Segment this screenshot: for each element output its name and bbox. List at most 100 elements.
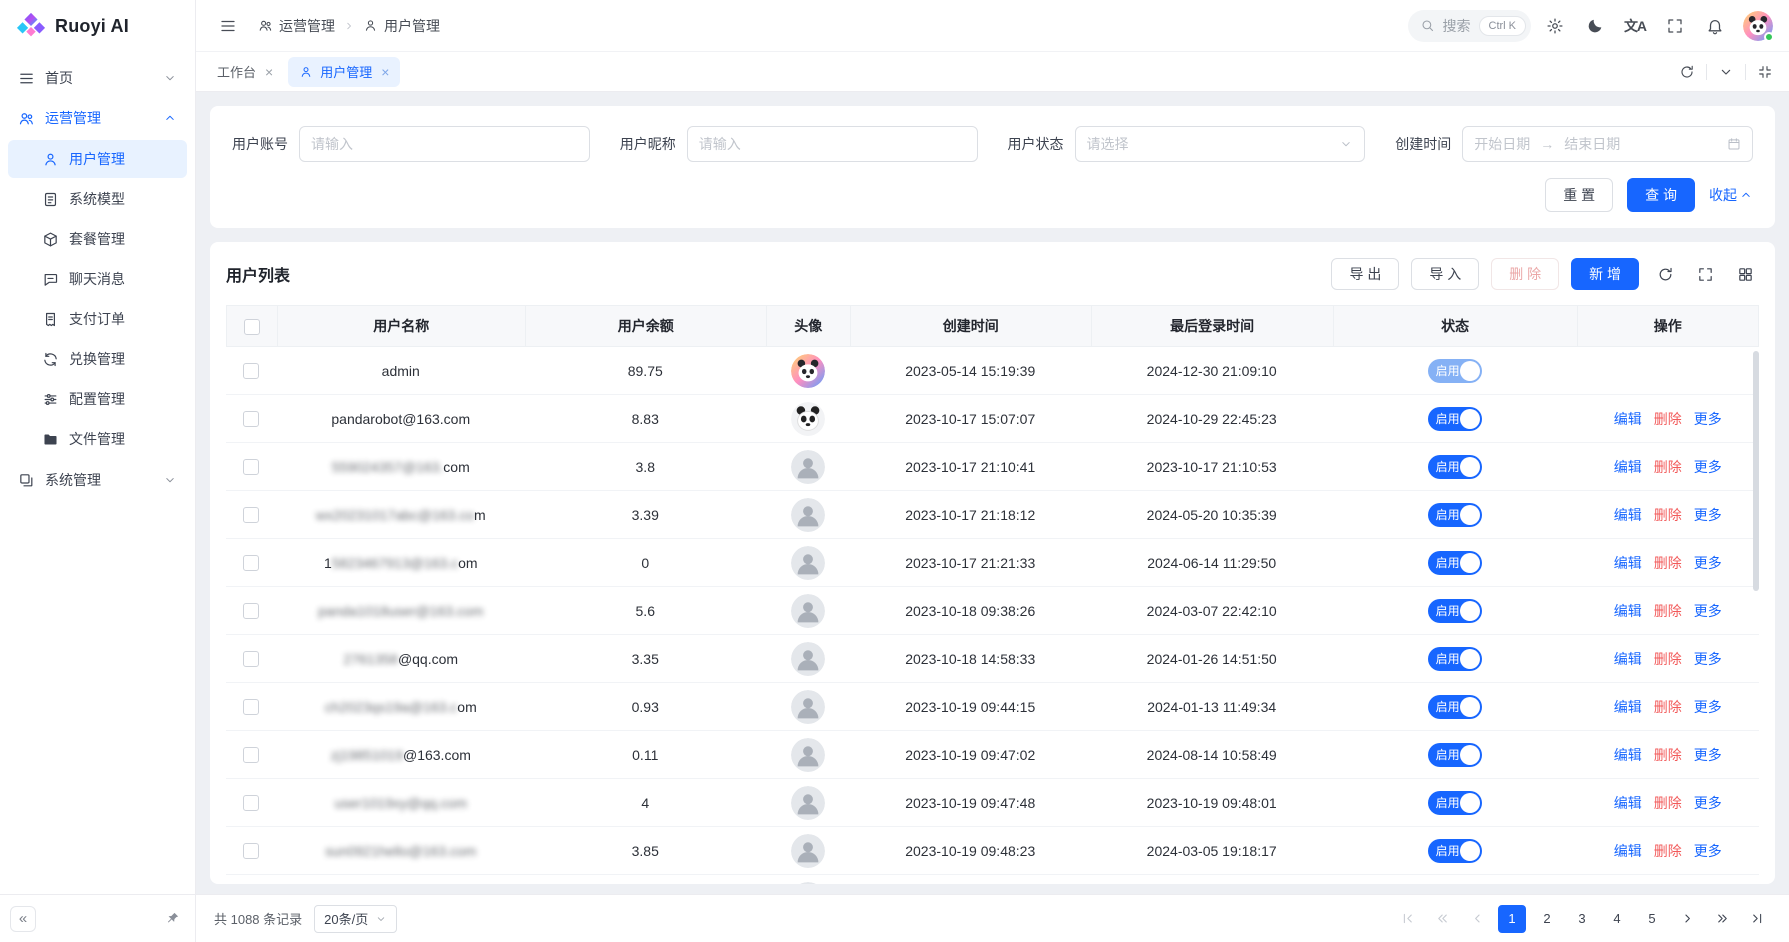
tab-close-icon[interactable]: × [381,65,389,79]
user-nickname-input[interactable] [687,126,978,162]
more-link[interactable]: 更多 [1694,843,1722,859]
sidebar-group-operations[interactable]: 运营管理 [8,98,187,138]
page-button-1[interactable]: 1 [1498,905,1526,933]
notifications-button[interactable] [1699,10,1731,42]
delete-link[interactable]: 删除 [1654,651,1682,667]
sidebar-item-files[interactable]: 文件管理 [8,420,187,458]
settings-button[interactable] [1539,10,1571,42]
edit-link[interactable]: 编辑 [1614,651,1642,667]
sidebar-item-packages[interactable]: 套餐管理 [8,220,187,258]
breadcrumb-item-user-management[interactable]: 用户管理 [363,16,440,36]
jump-back-button[interactable] [1428,905,1456,933]
prev-page-button[interactable] [1463,905,1491,933]
tabs-menu-button[interactable] [1712,58,1740,86]
add-button[interactable]: 新 增 [1571,258,1639,290]
status-toggle[interactable]: 启用 [1428,743,1482,767]
user-account-input[interactable] [299,126,590,162]
more-link[interactable]: 更多 [1694,699,1722,715]
row-checkbox[interactable] [243,555,259,571]
delete-link[interactable]: 删除 [1654,747,1682,763]
user-status-select[interactable]: 请选择 [1075,126,1366,162]
tab-workbench[interactable]: 工作台× [206,57,284,87]
reset-button[interactable]: 重 置 [1545,178,1613,212]
sidebar-item-exchange[interactable]: 兑换管理 [8,340,187,378]
status-toggle[interactable]: 启用 [1428,551,1482,575]
column-settings-button[interactable] [1731,260,1759,288]
table-scrollbar[interactable] [1753,351,1759,591]
query-button[interactable]: 查 询 [1627,178,1695,212]
global-search[interactable]: 搜索 Ctrl K [1408,10,1532,42]
status-toggle[interactable]: 启用 [1428,599,1482,623]
more-link[interactable]: 更多 [1694,651,1722,667]
export-button[interactable]: 导 出 [1331,258,1399,290]
create-time-daterange[interactable]: 开始日期→结束日期 [1462,126,1753,162]
row-checkbox[interactable] [243,507,259,523]
sidebar-collapse-button[interactable]: « [10,906,36,932]
table-fullscreen-button[interactable] [1691,260,1719,288]
status-toggle[interactable]: 启用 [1428,839,1482,863]
status-toggle[interactable]: 启用 [1428,647,1482,671]
tab-close-icon[interactable]: × [265,65,273,79]
delete-link[interactable]: 删除 [1654,555,1682,571]
fullscreen-button[interactable] [1659,10,1691,42]
edit-link[interactable]: 编辑 [1614,555,1642,571]
page-button-2[interactable]: 2 [1533,905,1561,933]
row-checkbox[interactable] [243,747,259,763]
edit-link[interactable]: 编辑 [1614,795,1642,811]
hamburger-button[interactable] [212,10,244,42]
user-avatar-button[interactable] [1743,11,1773,41]
delete-link[interactable]: 删除 [1654,459,1682,475]
content-fullscreen-button[interactable] [1751,58,1779,86]
delete-link[interactable]: 删除 [1654,795,1682,811]
row-checkbox[interactable] [243,795,259,811]
delete-button[interactable]: 删 除 [1491,258,1559,290]
sidebar-group-home[interactable]: 首页 [8,58,187,98]
row-checkbox[interactable] [243,603,259,619]
sidebar-group-system[interactable]: 系统管理 [8,460,187,500]
page-button-5[interactable]: 5 [1638,905,1666,933]
page-button-4[interactable]: 4 [1603,905,1631,933]
page-button-3[interactable]: 3 [1568,905,1596,933]
edit-link[interactable]: 编辑 [1614,699,1642,715]
sidebar-item-config[interactable]: 配置管理 [8,380,187,418]
page-size-select[interactable]: 20条/页 [314,905,397,933]
sidebar-item-users[interactable]: 用户管理 [8,140,187,178]
row-checkbox[interactable] [243,363,259,379]
collapse-filter-link[interactable]: 收起 [1709,185,1753,205]
row-checkbox[interactable] [243,411,259,427]
edit-link[interactable]: 编辑 [1614,603,1642,619]
status-toggle[interactable]: 启用 [1428,791,1482,815]
more-link[interactable]: 更多 [1694,459,1722,475]
table-refresh-button[interactable] [1651,260,1679,288]
row-checkbox[interactable] [243,651,259,667]
delete-link[interactable]: 删除 [1654,411,1682,427]
language-button[interactable]: 文A [1619,10,1651,42]
last-page-button[interactable] [1743,905,1771,933]
theme-toggle-button[interactable] [1579,10,1611,42]
app-logo[interactable]: Ruoyi AI [0,0,195,52]
status-toggle[interactable]: 启用 [1428,407,1482,431]
row-checkbox[interactable] [243,699,259,715]
pin-button[interactable] [159,906,185,932]
more-link[interactable]: 更多 [1694,795,1722,811]
edit-link[interactable]: 编辑 [1614,459,1642,475]
status-toggle[interactable]: 启用 [1428,503,1482,527]
edit-link[interactable]: 编辑 [1614,507,1642,523]
breadcrumb-item-operations[interactable]: 运营管理 [258,16,335,36]
delete-link[interactable]: 删除 [1654,843,1682,859]
delete-link[interactable]: 删除 [1654,603,1682,619]
row-checkbox[interactable] [243,459,259,475]
sidebar-item-chat-messages[interactable]: 聊天消息 [8,260,187,298]
next-page-button[interactable] [1673,905,1701,933]
tab-user-management[interactable]: 用户管理× [288,57,400,87]
status-toggle[interactable]: 启用 [1428,695,1482,719]
more-link[interactable]: 更多 [1694,507,1722,523]
delete-link[interactable]: 删除 [1654,699,1682,715]
edit-link[interactable]: 编辑 [1614,747,1642,763]
jump-forward-button[interactable] [1708,905,1736,933]
more-link[interactable]: 更多 [1694,411,1722,427]
delete-link[interactable]: 删除 [1654,507,1682,523]
sidebar-item-payment-orders[interactable]: 支付订单 [8,300,187,338]
more-link[interactable]: 更多 [1694,555,1722,571]
edit-link[interactable]: 编辑 [1614,843,1642,859]
